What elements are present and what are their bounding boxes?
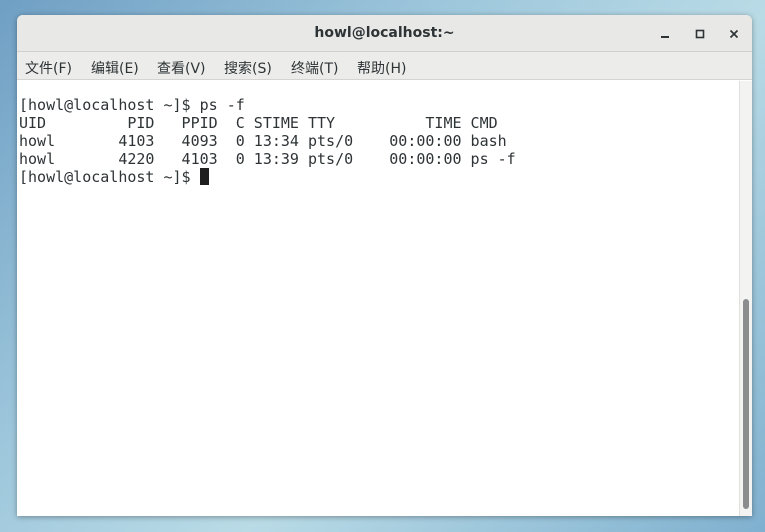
menu-search[interactable]: 搜索(S) — [224, 58, 272, 78]
window-title: howl@localhost:~ — [314, 25, 455, 41]
menu-view[interactable]: 查看(V) — [157, 58, 206, 78]
terminal-line-header: UID PID PPID C STIME TTY TIME CMD — [19, 114, 498, 132]
maximize-icon — [695, 29, 705, 39]
terminal-line-process: howl 4103 4093 0 13:34 pts/0 00:00:00 ba… — [19, 132, 507, 150]
maximize-button[interactable] — [690, 24, 710, 44]
menu-help[interactable]: 帮助(H) — [357, 58, 406, 78]
minimize-icon — [661, 36, 669, 38]
title-bar[interactable]: howl@localhost:~ — [17, 15, 752, 52]
scrollbar-thumb[interactable] — [743, 299, 749, 509]
terminal-line-command: [howl@localhost ~]$ ps -f — [19, 96, 245, 114]
close-button[interactable] — [724, 24, 744, 44]
terminal-prompt: [howl@localhost ~]$ — [19, 168, 200, 186]
terminal-line-process: howl 4220 4103 0 13:39 pts/0 00:00:00 ps… — [19, 150, 516, 168]
terminal-cursor — [199, 168, 209, 185]
terminal-output[interactable]: [howl@localhost ~]$ ps -f UID PID PPID C… — [17, 81, 739, 516]
close-icon — [729, 29, 739, 39]
terminal-prompt-line: [howl@localhost ~]$ — [19, 168, 209, 186]
vertical-scrollbar[interactable] — [739, 81, 752, 516]
menu-edit[interactable]: 编辑(E) — [91, 58, 139, 78]
menu-bar: 文件(F) 编辑(E) 查看(V) 搜索(S) 终端(T) 帮助(H) — [17, 52, 752, 80]
minimize-button[interactable] — [655, 24, 675, 44]
terminal-window: howl@localhost:~ 文件(F) 编辑(E) 查看(V) 搜索(S)… — [17, 15, 752, 516]
menu-file[interactable]: 文件(F) — [25, 58, 72, 78]
menu-terminal[interactable]: 终端(T) — [291, 58, 338, 78]
